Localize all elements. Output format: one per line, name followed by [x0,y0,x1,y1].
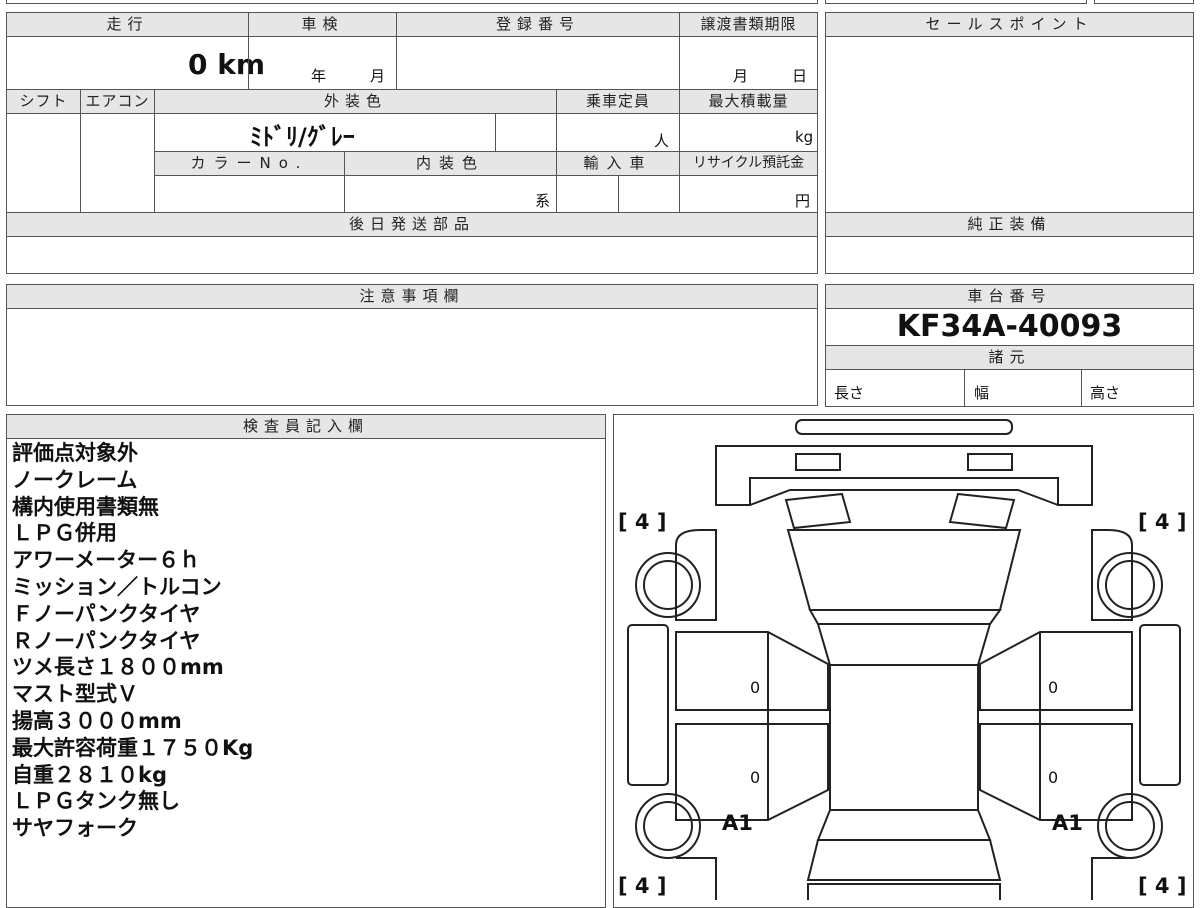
tire-rear-right-label: [ 4 ] [1138,874,1187,898]
vehicle-diagram [627,419,1181,900]
tire-front-right-label: [ 4 ] [1138,510,1187,534]
door-right-rear-mark: 0 [1048,768,1059,787]
damage-mark-right: A1 [1052,811,1083,835]
door-left-rear-mark: 0 [750,768,761,787]
door-left-front-mark: 0 [750,678,761,697]
damage-mark-left: A1 [722,811,753,835]
door-right-front-mark: 0 [1048,678,1059,697]
tire-rear-left-label: [ 4 ] [618,874,667,898]
tire-front-left-label: [ 4 ] [618,510,667,534]
